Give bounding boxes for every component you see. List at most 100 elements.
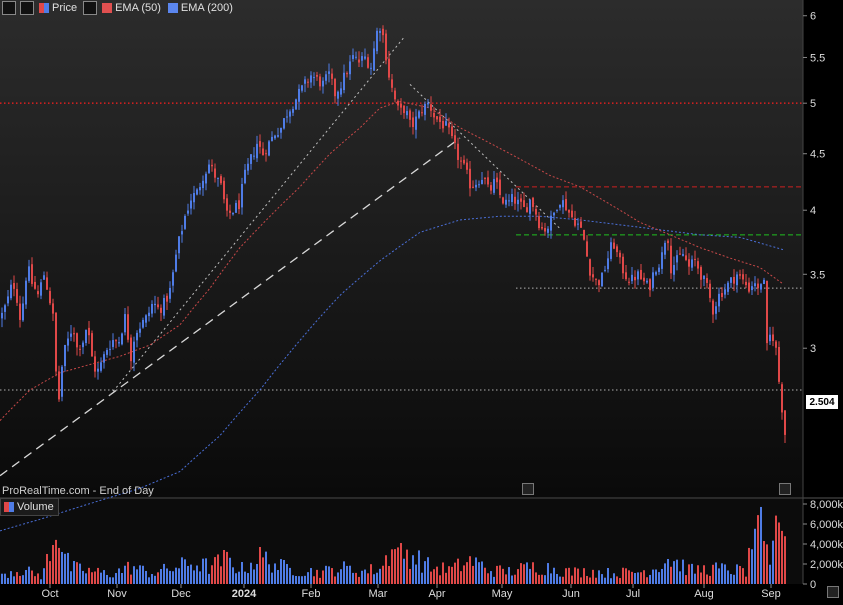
volume-bar (424, 561, 426, 584)
volume-bar (166, 568, 168, 584)
calendar-icon[interactable] (522, 483, 534, 495)
candle-body (592, 274, 594, 278)
price-chart-svg[interactable]: 65.554.543.53 8,000k6,000k4,000k2,000k0 … (0, 0, 843, 600)
volume-bar (643, 570, 645, 584)
volume-bar (784, 536, 786, 584)
volume-bar (598, 570, 600, 584)
volume-panel-menu-icon[interactable] (827, 586, 839, 598)
volume-bar (706, 574, 708, 584)
volume-bar (619, 578, 621, 584)
volume-bar (340, 569, 342, 584)
candle-body (751, 286, 753, 291)
ema50-swatch-icon (102, 3, 113, 13)
candle-body (598, 280, 600, 286)
candle-body (193, 193, 195, 203)
candle-body (307, 81, 309, 83)
volume-bar (490, 571, 492, 584)
volume-bar (460, 571, 462, 584)
candle-body (652, 272, 654, 288)
candle-body (730, 277, 732, 283)
volume-bar (1, 573, 3, 584)
volume-bar (4, 573, 6, 584)
legend-item-ema50[interactable]: EMA (50) (99, 2, 161, 14)
volume-bar (412, 555, 414, 584)
candle-body (646, 280, 648, 283)
price-legend: Price EMA (50) EMA (200) (0, 0, 237, 16)
volume-bar (418, 550, 420, 584)
candle-body (187, 210, 189, 214)
volume-bar (334, 576, 336, 584)
volume-bar (352, 572, 354, 584)
volume-bar (196, 565, 198, 584)
candle-body (457, 143, 459, 160)
volume-bar (637, 572, 639, 584)
volume-bar (49, 561, 51, 584)
volume-bar (568, 567, 570, 584)
volume-bar (292, 575, 294, 584)
candle-body (313, 77, 315, 79)
indicator-list-icon[interactable] (83, 1, 98, 15)
candle-body (421, 112, 423, 114)
candle-body (499, 179, 501, 195)
volume-bar (25, 570, 27, 584)
candle-body (145, 315, 147, 323)
candle-body (262, 148, 264, 156)
time-tick-label: Oct (41, 588, 58, 600)
candle-body (49, 291, 51, 304)
close-chart-icon[interactable] (2, 1, 16, 15)
candle-body (214, 168, 216, 178)
volume-bar (523, 564, 525, 584)
volume-bar (58, 547, 60, 584)
volume-bar (481, 561, 483, 584)
volume-bar (151, 574, 153, 584)
volume-bar (577, 568, 579, 584)
candle-body (346, 73, 348, 75)
candle-body (208, 164, 210, 173)
candle-body (511, 194, 513, 203)
chart-stage: 6 5.5 5 4.5 4 3.5 3 8,000k 6,000k 4,000k 2,000k 0 … (0, 0, 843, 600)
info-icon[interactable] (779, 483, 791, 495)
volume-bar (766, 544, 768, 584)
volume-bar (67, 552, 69, 584)
candle-body (649, 279, 651, 291)
candle-body (286, 116, 288, 118)
candle-body (58, 371, 60, 400)
volume-bar (511, 575, 513, 584)
volume-bar (736, 564, 738, 584)
candle-body (610, 242, 612, 259)
volume-legend[interactable]: Volume (0, 498, 59, 516)
volume-bar (427, 557, 429, 584)
candle-body (151, 304, 153, 314)
candle-body (43, 275, 45, 280)
legend-item-price[interactable]: Price (36, 2, 77, 14)
candle-body (715, 306, 717, 314)
volume-bar (241, 561, 243, 584)
volume-bar (574, 567, 576, 584)
candle-body (574, 218, 576, 226)
legend-item-ema200[interactable]: EMA (200) (165, 2, 233, 14)
time-tick-label: Aug (694, 588, 714, 600)
candle-body (535, 208, 537, 215)
candle-body (229, 210, 231, 213)
volume-bar (520, 563, 522, 584)
candle-body (376, 30, 378, 52)
chart-settings-icon[interactable] (20, 1, 34, 15)
volume-bar (709, 575, 711, 584)
candle-body (61, 366, 63, 397)
candle-body (25, 280, 27, 305)
price-tick-label: 5.5 (810, 52, 825, 64)
candle-body (106, 349, 108, 355)
volume-bar (553, 567, 555, 584)
legend-ema50-label: EMA (50) (115, 2, 161, 14)
candle-body (361, 56, 363, 61)
volume-bar (685, 575, 687, 584)
candle-body (310, 75, 312, 83)
candle-body (283, 118, 285, 129)
volume-bar (397, 547, 399, 584)
volume-bar (256, 563, 258, 584)
price-panel-background (0, 0, 803, 497)
candle-body (736, 274, 738, 286)
candle-body (337, 91, 339, 99)
price-tick-label: 6 (810, 11, 816, 23)
volume-bar (463, 565, 465, 584)
